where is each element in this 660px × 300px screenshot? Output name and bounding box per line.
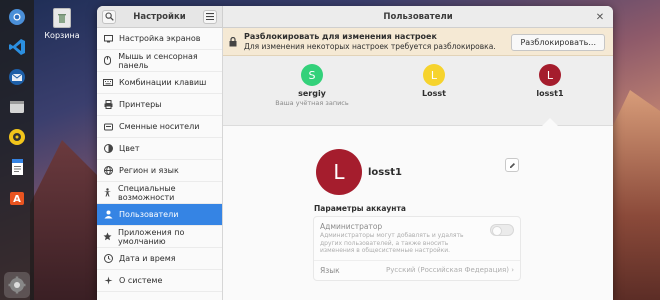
svg-text:A: A — [13, 194, 21, 205]
color-icon — [103, 144, 113, 154]
menu-button[interactable] — [202, 9, 217, 24]
trash-icon — [53, 8, 71, 28]
user-carousel: S sergiy Ваша учётная запись L Losst L l… — [223, 56, 613, 126]
appstore-icon[interactable]: A — [4, 184, 30, 210]
sidebar-title: Настройки — [133, 11, 186, 22]
removable-media-icon — [103, 122, 113, 132]
close-icon: ✕ — [595, 11, 605, 23]
user-name: losst1 — [536, 89, 564, 98]
users-icon — [103, 210, 113, 220]
rhythmbox-icon[interactable] — [4, 124, 30, 150]
main-header: Пользователи ✕ — [223, 6, 613, 28]
settings-icon[interactable] — [4, 272, 30, 298]
chromium-icon[interactable] — [4, 4, 30, 30]
user-card-losst1[interactable]: L losst1 — [510, 64, 590, 98]
window-title: Пользователи — [383, 11, 453, 22]
files-icon[interactable] — [4, 94, 30, 120]
region-icon — [103, 166, 113, 176]
user-card-losst[interactable]: L Losst — [394, 64, 474, 98]
sidebar-item-displays[interactable]: Настройка экранов — [97, 28, 222, 50]
avatar: L — [539, 64, 561, 86]
desktop-trash[interactable]: Корзина — [42, 8, 82, 40]
titlebar: Настройки Пользователи ✕ — [97, 6, 613, 28]
sidebar-item-label: Пользователи — [119, 210, 179, 219]
sidebar-item-label: Сменные носители — [119, 122, 200, 131]
keyboard-icon — [103, 78, 113, 88]
printer-icon — [103, 100, 113, 110]
sidebar-item-label: Мышь и сенсорная панель — [118, 51, 198, 70]
settings-sidebar: Настройка экранов Мышь и сенсорная панел… — [97, 28, 223, 300]
unlock-description: Для изменения некоторых настроек требует… — [244, 42, 496, 51]
settings-window: Настройки Пользователи ✕ Настройка экран… — [97, 6, 613, 300]
language-label: Язык — [320, 265, 340, 275]
admin-title: Администратор — [320, 222, 383, 231]
sidebar-item-datetime[interactable]: Дата и время — [97, 248, 222, 270]
user-profile: L losst1 — [316, 149, 402, 195]
language-value: Русский (Российская Федерация) › — [386, 266, 514, 274]
user-full-name: losst1 — [368, 166, 402, 178]
admin-toggle[interactable] — [490, 224, 514, 236]
account-settings-title: Параметры аккаунта — [314, 204, 406, 213]
sidebar-item-label: Комбинации клавиш — [119, 78, 207, 87]
display-icon — [103, 34, 113, 44]
unlock-title: Разблокировать для изменения настроек — [244, 32, 437, 41]
user-avatar-large[interactable]: L — [316, 149, 362, 195]
account-settings-panel: Администратор Администраторы могут добав… — [313, 216, 521, 281]
user-subtitle: Ваша учётная запись — [275, 99, 349, 107]
close-button[interactable]: ✕ — [593, 10, 607, 24]
accessibility-icon — [103, 188, 112, 198]
clock-icon — [103, 254, 113, 264]
vscode-icon[interactable] — [4, 34, 30, 60]
sidebar-item-keyboard[interactable]: Комбинации клавиш — [97, 72, 222, 94]
selected-user-caret — [542, 118, 558, 126]
sidebar-item-label: О системе — [119, 276, 163, 285]
default-apps-icon — [103, 232, 112, 242]
sidebar-item-region[interactable]: Регион и язык — [97, 160, 222, 182]
pencil-icon — [509, 162, 515, 168]
sidebar-item-color[interactable]: Цвет — [97, 138, 222, 160]
mouse-icon — [103, 56, 112, 66]
dock: A — [0, 0, 34, 300]
trash-label: Корзина — [44, 31, 80, 40]
sidebar-item-label: Дата и время — [119, 254, 176, 263]
admin-description: Администраторы могут добавлять и удалять… — [320, 232, 464, 254]
sidebar-item-about[interactable]: О системе — [97, 270, 222, 292]
sidebar-item-label: Приложения по умолчанию — [118, 227, 185, 246]
sidebar-item-mouse[interactable]: Мышь и сенсорная панель — [97, 50, 222, 72]
sidebar-header: Настройки — [97, 6, 223, 28]
avatar: S — [301, 64, 323, 86]
sidebar-item-label: Настройка экранов — [119, 34, 201, 43]
search-icon — [104, 12, 114, 21]
sidebar-item-accessibility[interactable]: Специальные возможности — [97, 182, 222, 204]
sidebar-item-label: Регион и язык — [119, 166, 179, 175]
search-button[interactable] — [102, 9, 116, 24]
avatar: L — [423, 64, 445, 86]
sidebar-item-removable-media[interactable]: Сменные носители — [97, 116, 222, 138]
sidebar-item-label: Принтеры — [119, 100, 162, 109]
hamburger-icon — [205, 13, 214, 20]
info-icon — [103, 276, 113, 286]
unlock-button[interactable]: Разблокировать... — [511, 34, 605, 51]
sidebar-item-default-apps[interactable]: Приложения по умолчанию — [97, 226, 222, 248]
sidebar-item-printers[interactable]: Принтеры — [97, 94, 222, 116]
writer-icon[interactable] — [4, 154, 30, 180]
sidebar-item-users[interactable]: Пользователи — [97, 204, 222, 226]
user-card-sergiy[interactable]: S sergiy Ваша учётная запись — [272, 64, 352, 107]
language-row[interactable]: Язык Русский (Российская Федерация) › — [314, 261, 520, 280]
sidebar-item-label: Специальные возможности — [118, 183, 176, 202]
user-name: Losst — [422, 89, 446, 98]
edit-name-button[interactable] — [505, 158, 519, 172]
chevron-right-icon: › — [511, 266, 514, 274]
thunderbird-icon[interactable] — [4, 64, 30, 90]
user-name: sergiy — [298, 89, 326, 98]
sidebar-item-label: Цвет — [119, 144, 140, 153]
admin-row: Администратор Администраторы могут добав… — [314, 217, 520, 261]
lock-icon — [227, 36, 239, 47]
unlock-infobar: Разблокировать для изменения настроек Дл… — [223, 28, 613, 56]
